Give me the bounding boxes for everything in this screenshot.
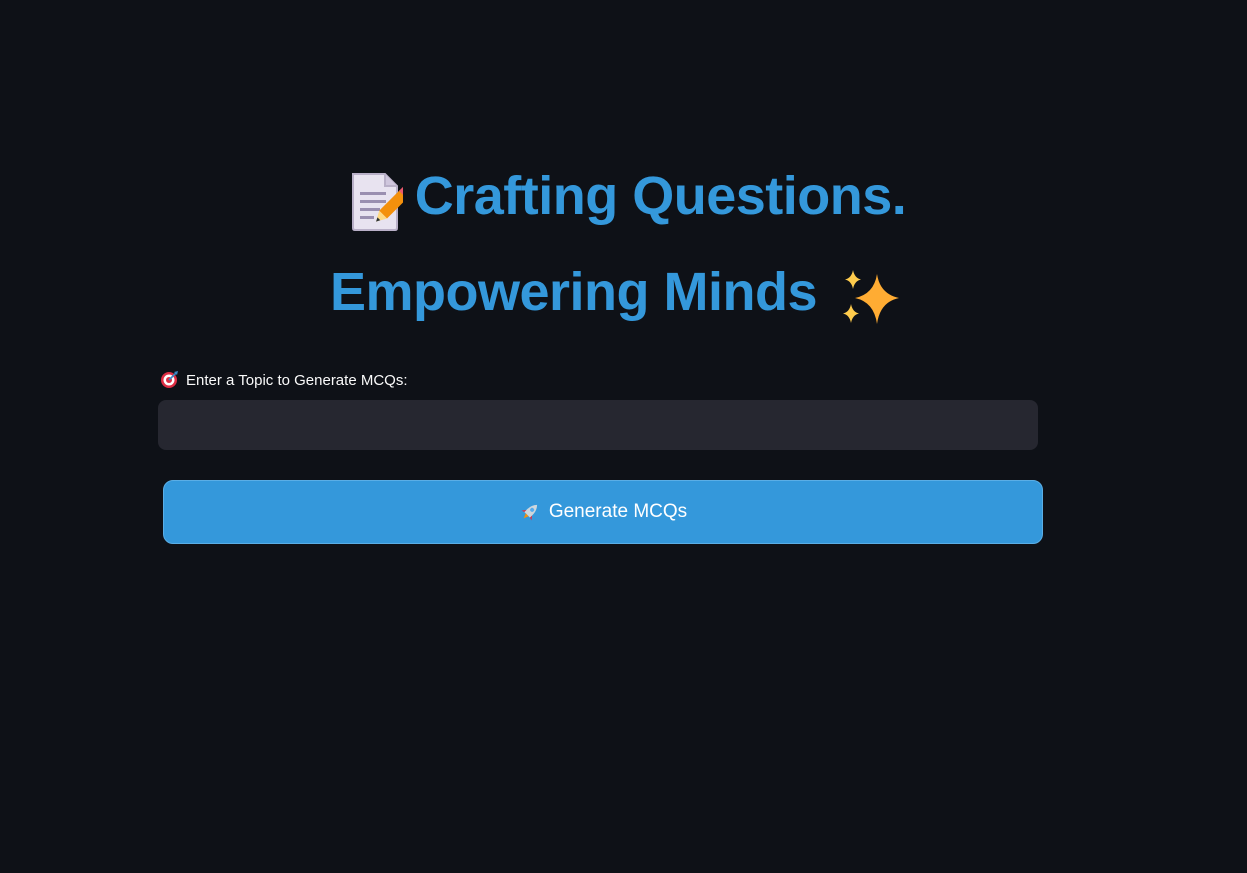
title-line-2-text: Empowering Minds [329, 262, 818, 322]
page-title: Crafting Questions. Empowering Minds [0, 148, 1247, 340]
app-page: Crafting Questions. Empowering Minds Ent… [0, 0, 1247, 873]
topic-input-label-text: Enter a Topic to Generate MCQs: [186, 371, 408, 389]
title-line-1-text: Crafting Questions. [414, 166, 907, 226]
topic-input-label: Enter a Topic to Generate MCQs: [160, 369, 408, 391]
generate-mcqs-button-label: Generate MCQs [548, 501, 688, 522]
generate-mcqs-button[interactable]: Generate MCQs [163, 480, 1043, 544]
topic-input[interactable] [158, 400, 1038, 450]
rocket-icon [519, 501, 541, 523]
title-line-2: Empowering Minds [0, 244, 1247, 340]
target-icon [160, 371, 178, 389]
memo-icon [349, 166, 411, 231]
sparkles-icon [839, 262, 903, 324]
title-line-1: Crafting Questions. [0, 148, 1247, 244]
